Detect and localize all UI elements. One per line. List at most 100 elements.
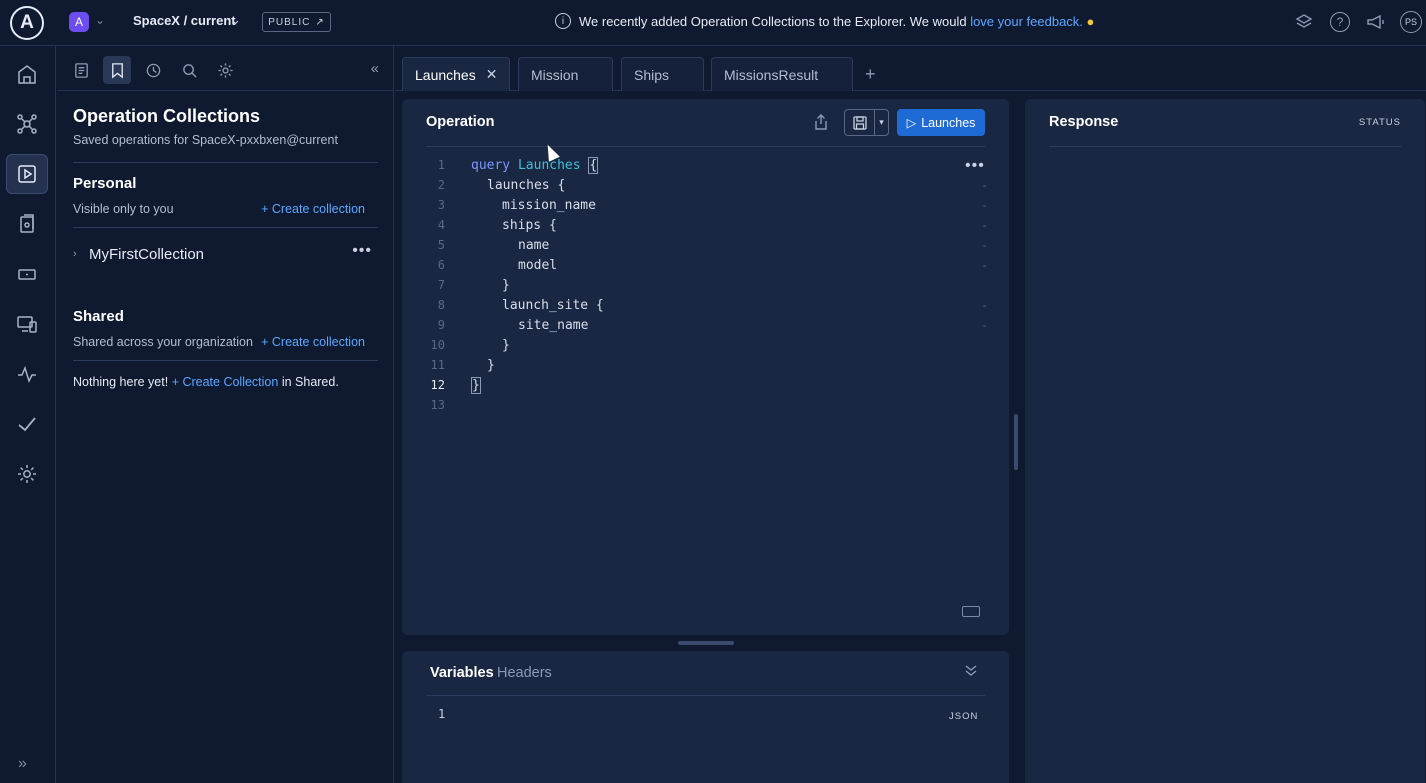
save-button[interactable]: ▾ bbox=[844, 109, 889, 136]
code-line: 11} bbox=[430, 357, 495, 373]
tab-mission[interactable]: Mission bbox=[518, 57, 613, 91]
divider bbox=[426, 695, 985, 696]
clients-icon[interactable] bbox=[6, 254, 48, 294]
settings-gear-icon[interactable] bbox=[6, 454, 48, 494]
feedback-link[interactable]: love your feedback. bbox=[970, 14, 1083, 29]
bookmark-icon[interactable] bbox=[103, 56, 131, 84]
collapse-panel-icon[interactable]: « bbox=[371, 60, 379, 77]
share-icon[interactable] bbox=[813, 113, 829, 135]
fold-marker[interactable]: - bbox=[981, 239, 988, 252]
graph-variant-selector[interactable]: SpaceX / current bbox=[133, 13, 236, 28]
user-avatar[interactable]: PS bbox=[1400, 11, 1422, 33]
panel-subtitle: Saved operations for SpaceX-pxxbxen@curr… bbox=[73, 133, 338, 147]
operation-title: Operation bbox=[426, 114, 495, 130]
tab-launches[interactable]: Launches ✕ bbox=[402, 57, 510, 91]
collection-item[interactable]: › MyFirstCollection ••• bbox=[73, 242, 378, 263]
announcement-banner: i We recently added Operation Collection… bbox=[555, 13, 1094, 29]
tab-ships[interactable]: Ships bbox=[621, 57, 704, 91]
code-line: 5 name - bbox=[437, 237, 988, 253]
create-personal-collection-button[interactable]: + Create collection bbox=[261, 202, 365, 216]
vertical-resize-handle[interactable] bbox=[678, 641, 734, 645]
divider bbox=[73, 227, 378, 228]
keyboard-shortcuts-icon[interactable] bbox=[962, 606, 980, 617]
code-line: 10} bbox=[430, 337, 510, 353]
save-icon[interactable] bbox=[845, 110, 875, 135]
code-line: 7} bbox=[437, 277, 510, 293]
public-badge[interactable]: PUBLIC ↗ bbox=[262, 12, 331, 32]
chevron-down-icon[interactable]: ⌄ bbox=[95, 13, 105, 27]
chevron-down-icon[interactable]: ⌄ bbox=[230, 12, 241, 28]
divider bbox=[73, 360, 378, 361]
personal-section-title: Personal bbox=[73, 175, 137, 192]
operation-editor: Operation ▾ ▷ Launches ••• 1 query Launc… bbox=[402, 99, 1009, 635]
collection-name: MyFirstCollection bbox=[89, 245, 205, 263]
panel-toolbar bbox=[67, 56, 239, 84]
code-line: 1 query Launches { bbox=[437, 156, 599, 174]
info-icon: i bbox=[555, 13, 571, 29]
code-line: 6 model - bbox=[437, 257, 988, 273]
fold-marker[interactable]: - bbox=[981, 179, 988, 192]
search-icon[interactable] bbox=[175, 56, 203, 84]
gear-icon[interactable] bbox=[211, 56, 239, 84]
json-format-label: JSON bbox=[949, 711, 979, 722]
documentation-icon[interactable] bbox=[67, 56, 95, 84]
variables-line-number: 1 bbox=[438, 707, 446, 721]
panel-title: Operation Collections bbox=[73, 106, 261, 126]
code-editor[interactable]: 1 query Launches { 2 launches {- 3 mission… bbox=[418, 155, 988, 415]
fold-marker[interactable]: - bbox=[981, 319, 988, 332]
fold-marker[interactable]: - bbox=[981, 299, 988, 312]
help-icon[interactable]: ? bbox=[1330, 12, 1350, 32]
status-label: STATUS bbox=[1358, 117, 1401, 128]
fold-marker[interactable]: - bbox=[981, 219, 988, 232]
divider bbox=[73, 162, 378, 163]
megaphone-icon[interactable] bbox=[1364, 10, 1388, 34]
apollo-logo-icon[interactable]: A bbox=[10, 6, 44, 40]
tab-missionsresult[interactable]: MissionsResult bbox=[711, 57, 853, 91]
divider bbox=[1049, 146, 1401, 147]
expand-nav-icon[interactable]: » bbox=[18, 755, 27, 773]
home-icon[interactable] bbox=[6, 54, 48, 94]
graph-avatar-icon[interactable]: A bbox=[69, 12, 89, 32]
announcement-text: We recently added Operation Collections … bbox=[579, 13, 1095, 29]
code-line: 12} bbox=[430, 376, 481, 394]
close-icon[interactable]: ✕ bbox=[486, 66, 498, 83]
lightbulb-icon: ● bbox=[1086, 13, 1095, 29]
top-bar: A A ⌄ SpaceX / current ⌄ PUBLIC ↗ i We r… bbox=[0, 0, 1426, 46]
shared-section-title: Shared bbox=[73, 308, 124, 325]
tab-headers[interactable]: Headers bbox=[497, 665, 552, 681]
fold-marker[interactable]: - bbox=[981, 199, 988, 212]
response-panel: Response STATUS bbox=[1025, 99, 1425, 783]
chevron-down-icon[interactable]: ▾ bbox=[875, 117, 888, 128]
chevron-right-icon[interactable]: › bbox=[73, 248, 89, 260]
horizontal-resize-handle[interactable] bbox=[1014, 414, 1018, 470]
tab-variables[interactable]: Variables bbox=[430, 665, 494, 681]
external-link-icon: ↗ bbox=[315, 16, 325, 28]
changelog-icon[interactable] bbox=[6, 204, 48, 244]
response-title: Response bbox=[1049, 114, 1119, 130]
checks-icon[interactable] bbox=[6, 404, 48, 444]
top-right-actions: ? PS bbox=[1292, 10, 1426, 34]
collapse-chevron-icon[interactable] bbox=[964, 663, 978, 680]
layers-icon[interactable] bbox=[1292, 10, 1316, 34]
create-shared-collection-button[interactable]: + Create collection bbox=[261, 335, 365, 349]
history-icon[interactable] bbox=[139, 56, 167, 84]
variables-panel: Variables Headers 1 JSON bbox=[402, 651, 1009, 783]
code-line: 13 bbox=[430, 398, 445, 412]
devices-icon[interactable] bbox=[6, 304, 48, 344]
operation-tabs: Launches ✕ Mission Ships MissionsResult … bbox=[395, 46, 1426, 91]
play-icon: ▷ bbox=[906, 116, 917, 130]
collections-panel: « Operation Collections Saved operations… bbox=[57, 46, 394, 783]
shared-empty-state: Nothing here yet! + Create Collection in… bbox=[73, 375, 339, 389]
create-collection-link[interactable]: + Create Collection bbox=[172, 375, 279, 389]
explorer-icon[interactable] bbox=[6, 154, 48, 194]
add-tab-icon[interactable]: + bbox=[865, 64, 876, 85]
fold-marker[interactable]: - bbox=[981, 259, 988, 272]
schema-graph-icon[interactable] bbox=[6, 104, 48, 144]
activity-icon[interactable] bbox=[6, 354, 48, 394]
more-options-icon[interactable]: ••• bbox=[352, 242, 372, 260]
run-operation-button[interactable]: ▷ Launches bbox=[897, 109, 985, 136]
code-line: 8 launch_site {- bbox=[437, 297, 988, 313]
nav-rail: » bbox=[0, 46, 56, 783]
shared-section-subtitle: Shared across your organization bbox=[73, 335, 253, 349]
divider bbox=[57, 90, 394, 91]
